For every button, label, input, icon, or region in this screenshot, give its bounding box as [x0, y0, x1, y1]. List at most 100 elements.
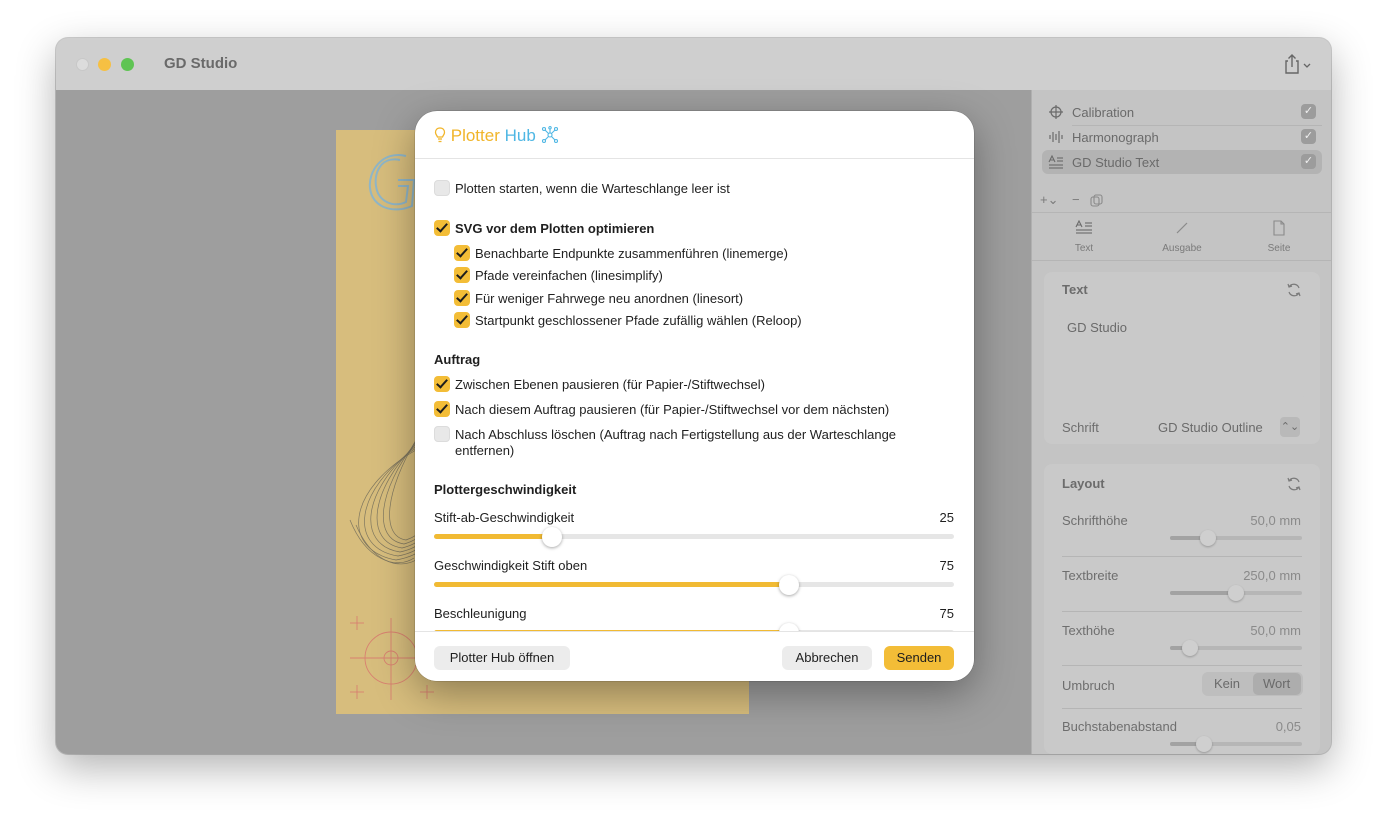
- plotter-hub-dialog: Plotter Hub Plotten starten, wenn die Wa…: [415, 111, 974, 681]
- wrap-option-kein[interactable]: Kein: [1214, 676, 1240, 691]
- font-height-value: 50,0 mm: [1250, 513, 1301, 528]
- tab-ausgabe[interactable]: Ausgabe: [1152, 220, 1212, 254]
- layout-section-title: Layout: [1062, 476, 1105, 491]
- crosshair-icon: [1049, 105, 1063, 119]
- reset-layout-icon[interactable]: [1286, 476, 1302, 492]
- reset-text-icon[interactable]: [1286, 282, 1302, 298]
- text-width-slider[interactable]: [1170, 585, 1302, 601]
- option-label: Für weniger Fahrwege neu anordnen (lines…: [475, 291, 744, 306]
- font-select[interactable]: GD Studio Outline ⌃⌄: [1150, 416, 1300, 440]
- pen-down-speed-slider[interactable]: [434, 527, 954, 547]
- layer-row-harmonograph[interactable]: Harmonograph ✓: [1042, 125, 1322, 149]
- waveform-icon: [1049, 131, 1063, 143]
- slider-knob[interactable]: [1228, 585, 1244, 601]
- job-section-title: Auftrag: [434, 352, 481, 367]
- text-height-slider[interactable]: [1170, 640, 1302, 656]
- dialog-footer: Plotter Hub öffnen Abbrechen Senden: [415, 631, 974, 681]
- divider: [1032, 260, 1331, 261]
- layer-visibility-checkbox[interactable]: ✓: [1301, 154, 1316, 169]
- text-lines-icon: [1048, 154, 1063, 169]
- plotter-hub-logo: Plotter Hub: [434, 126, 559, 146]
- option-label-continued: entfernen): [455, 443, 515, 458]
- page-icon: [1273, 220, 1285, 236]
- font-height-slider[interactable]: [1170, 530, 1302, 546]
- add-layer-button[interactable]: +⌄: [1040, 192, 1058, 208]
- option-label: Pfade vereinfachen (linesimplify): [475, 268, 663, 283]
- layer-label: GD Studio Text: [1072, 155, 1160, 170]
- dialog-header: Plotter Hub: [415, 111, 974, 159]
- option-label: Nach Abschluss löschen (Auftrag nach Fer…: [455, 427, 897, 442]
- tab-text[interactable]: Text: [1054, 219, 1114, 254]
- option-label: SVG vor dem Plotten optimieren: [455, 221, 655, 236]
- layer-visibility-checkbox[interactable]: ✓: [1301, 104, 1316, 119]
- chevron-updown-icon: ⌃⌄: [1280, 417, 1300, 437]
- layer-label: Harmonograph: [1072, 130, 1159, 145]
- close-window-button[interactable]: [76, 58, 89, 71]
- layer-row-calibration[interactable]: Calibration ✓: [1042, 100, 1322, 124]
- open-plotter-hub-button[interactable]: Plotter Hub öffnen: [434, 646, 570, 670]
- app-title: GD Studio: [164, 55, 238, 72]
- letter-spacing-slider[interactable]: [1170, 736, 1302, 752]
- wrap-segmented-control[interactable]: Kein Wort: [1202, 672, 1303, 696]
- font-select-value: GD Studio Outline: [1158, 420, 1263, 435]
- font-height-label: Schrifthöhe: [1062, 513, 1128, 528]
- slider-knob[interactable]: [1196, 736, 1212, 752]
- divider: [1062, 611, 1302, 612]
- share-button[interactable]: [1282, 52, 1316, 76]
- linesort-checkbox[interactable]: [454, 290, 470, 306]
- linesimplify-checkbox[interactable]: [454, 267, 470, 283]
- tab-label: Text: [1074, 243, 1094, 254]
- maximize-window-button[interactable]: [121, 58, 134, 71]
- font-label: Schrift: [1062, 420, 1099, 435]
- text-width-label: Textbreite: [1062, 568, 1119, 583]
- text-format-icon: [1075, 219, 1092, 234]
- slider-fill: [434, 534, 552, 539]
- brand-name-part2: Hub: [504, 126, 536, 145]
- title-bar: GD Studio: [56, 38, 1331, 90]
- minimize-window-button[interactable]: [98, 58, 111, 71]
- start-when-empty-checkbox[interactable]: [434, 180, 450, 196]
- layer-label: Calibration: [1072, 105, 1135, 120]
- tab-label: Ausgabe: [1162, 243, 1202, 254]
- reloop-checkbox[interactable]: [454, 312, 470, 328]
- pen-up-speed-slider[interactable]: [434, 575, 954, 595]
- layer-visibility-checkbox[interactable]: ✓: [1301, 129, 1316, 144]
- linemerge-checkbox[interactable]: [454, 245, 470, 261]
- slider-knob[interactable]: [1200, 530, 1216, 546]
- text-width-value: 250,0 mm: [1243, 568, 1301, 583]
- wrap-label: Umbruch: [1062, 678, 1115, 693]
- text-height-label: Texthöhe: [1062, 623, 1115, 638]
- slider-knob[interactable]: [779, 575, 799, 595]
- slider-fill: [1170, 591, 1236, 595]
- inspector-sidebar: Calibration ✓ Harmonograph ✓ GD Studio T…: [1031, 90, 1331, 754]
- wrap-option-wort[interactable]: Wort: [1263, 676, 1290, 691]
- pen-up-speed-label: Geschwindigkeit Stift oben: [434, 558, 588, 573]
- slider-knob[interactable]: [542, 527, 562, 547]
- option-label: Zwischen Ebenen pausieren (für Papier-/S…: [455, 377, 765, 392]
- delete-after-finish-checkbox[interactable]: [434, 426, 450, 442]
- layer-row-gd-studio-text[interactable]: GD Studio Text ✓: [1042, 150, 1322, 174]
- brand-name-part1: Plotter: [450, 126, 500, 145]
- share-icon: [1285, 54, 1311, 74]
- tab-seite[interactable]: Seite: [1249, 220, 1309, 254]
- divider: [1062, 665, 1302, 666]
- divider: [1032, 212, 1331, 213]
- slider-knob[interactable]: [1182, 640, 1198, 656]
- remove-layer-button[interactable]: −: [1072, 192, 1080, 207]
- text-section-title: Text: [1062, 282, 1088, 297]
- speed-section-title: Plottergeschwindigkeit: [434, 482, 577, 497]
- cancel-button[interactable]: Abbrechen: [782, 646, 872, 670]
- pen-up-speed-value: 75: [939, 558, 954, 573]
- option-label: Benachbarte Endpunkte zusammenführen (li…: [475, 246, 788, 261]
- optimize-svg-checkbox[interactable]: [434, 220, 450, 236]
- lightbulb-icon: [434, 127, 446, 143]
- pen-line-icon: [1176, 222, 1188, 234]
- slider-knob[interactable]: [779, 623, 799, 631]
- text-content-field[interactable]: GD Studio: [1059, 312, 1304, 400]
- duplicate-layer-icon[interactable]: [1090, 194, 1104, 208]
- send-button[interactable]: Senden: [884, 646, 954, 670]
- pause-between-layers-checkbox[interactable]: [434, 376, 450, 392]
- layout-section-card: [1044, 464, 1320, 754]
- pause-after-job-checkbox[interactable]: [434, 401, 450, 417]
- option-label: Plotten starten, wenn die Warteschlange …: [455, 181, 730, 196]
